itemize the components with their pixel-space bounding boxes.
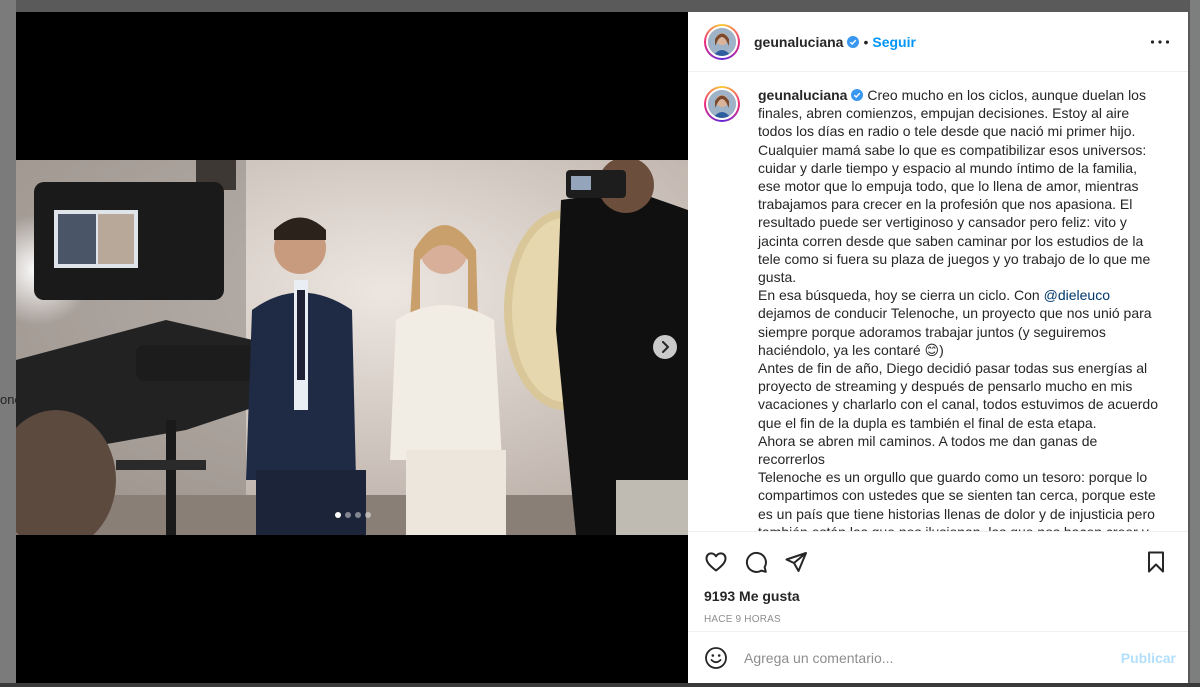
send-icon (785, 552, 807, 572)
more-options-button[interactable] (1148, 30, 1172, 54)
heart-icon (705, 552, 727, 572)
next-image-button[interactable] (653, 335, 677, 359)
comment-input[interactable] (742, 648, 1121, 667)
post-actions: 9193 Me gusta HACE 9 HORAS Publicar (688, 531, 1188, 683)
backdrop-left (0, 0, 16, 687)
caption-paragraph: Ahora se abren mil caminos. A todos me d… (758, 432, 1102, 468)
follow-button[interactable]: Seguir (872, 34, 916, 50)
backdrop-right (1190, 0, 1200, 687)
avatar-image (706, 25, 738, 58)
verified-badge-icon (851, 89, 864, 101)
avatar[interactable] (704, 86, 740, 122)
carousel-dot (345, 512, 351, 518)
post-sidebar: geunaluciana • Seguir geunaluciana Creo … (688, 12, 1188, 683)
chevron-right-icon (662, 341, 669, 353)
post-timestamp[interactable]: HACE 9 HORAS (688, 614, 1188, 625)
carousel-indicator (335, 512, 371, 518)
username-link[interactable]: geunaluciana (754, 34, 843, 50)
avatar-image (706, 88, 738, 120)
comment-button[interactable] (736, 546, 776, 578)
post-modal: geunaluciana • Seguir geunaluciana Creo … (16, 12, 1188, 683)
caption-paragraph: Antes de fin de año, Diego decidió pasar… (758, 360, 1162, 431)
carousel-dot (355, 512, 361, 518)
action-icon-row (688, 540, 1188, 584)
caption-paragraph: Telenoche es un orgullo que guardo como … (758, 469, 1156, 531)
separator-dot: • (863, 33, 869, 50)
save-button[interactable] (1136, 546, 1176, 578)
post-header: geunaluciana • Seguir (688, 12, 1188, 72)
caption-paragraph: Creo mucho en los ciclos, aunque duelan … (758, 87, 1155, 286)
caption-username[interactable]: geunaluciana (758, 87, 847, 103)
carousel-dot (335, 512, 341, 518)
caption-text: geunaluciana Creo mucho en los ciclos, a… (758, 86, 1162, 531)
comment-icon (745, 551, 767, 573)
studio-photo-image (16, 160, 688, 535)
emoji-icon[interactable] (704, 646, 728, 670)
caption-section: geunaluciana Creo mucho en los ciclos, a… (688, 73, 1188, 531)
likes-count[interactable]: 9193 Me gusta (688, 588, 1188, 604)
share-button[interactable] (776, 546, 816, 578)
post-media (16, 12, 688, 683)
avatar[interactable] (704, 23, 740, 60)
post-photo (16, 160, 688, 535)
mention-link[interactable]: @dieleuco (1044, 287, 1110, 303)
caption-paragraph: En esa búsqueda, hoy se cierra un ciclo.… (758, 287, 1044, 304)
comment-box: Publicar (688, 631, 1188, 683)
carousel-dot (365, 512, 371, 518)
more-horizontal-icon (1150, 39, 1170, 44)
publish-button[interactable]: Publicar (1121, 650, 1176, 666)
verified-badge-icon (847, 35, 860, 48)
like-button[interactable] (696, 546, 736, 578)
backdrop-bottom (0, 683, 1200, 687)
bookmark-icon (1148, 551, 1164, 573)
